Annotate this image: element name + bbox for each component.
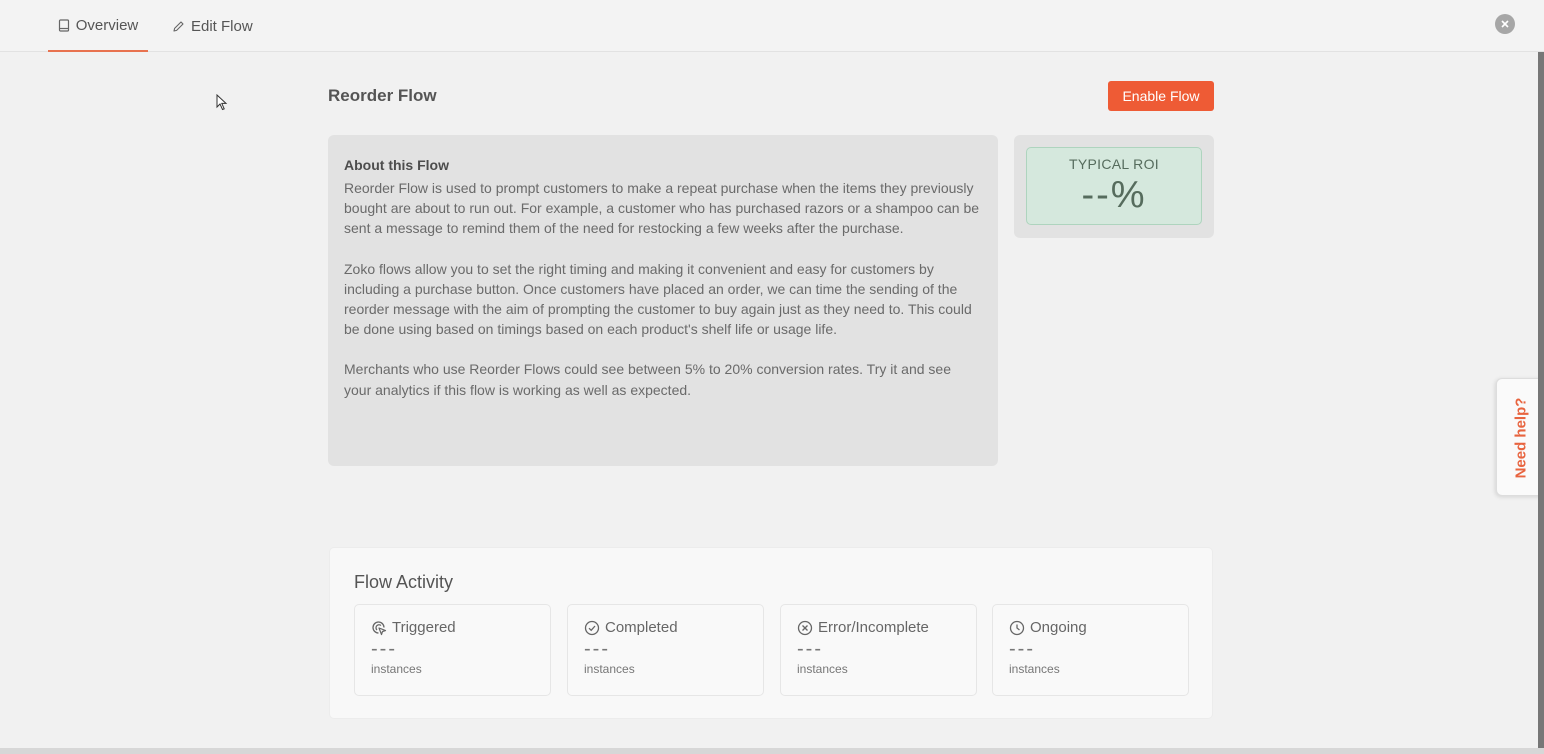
tab-edit-flow[interactable]: Edit Flow [172, 0, 253, 52]
stat-card-completed: Completed --- instances [567, 604, 764, 696]
close-button[interactable] [1495, 14, 1515, 34]
tab-overview-label: Overview [75, 16, 139, 34]
x-circle-icon [797, 620, 813, 635]
tab-overview[interactable]: Overview [48, 0, 148, 52]
stat-value: --- [1009, 638, 1035, 660]
scrollbar[interactable] [1538, 52, 1544, 748]
mouse-cursor-icon [216, 94, 228, 111]
stat-card-error: Error/Incomplete --- instances [780, 604, 977, 696]
stat-card-triggered: Triggered --- instances [354, 604, 551, 696]
stat-label: Triggered [392, 619, 456, 636]
clock-icon [1009, 620, 1025, 635]
stat-value: --- [371, 638, 397, 660]
page-title: Reorder Flow [328, 86, 437, 105]
stat-unit: instances [584, 662, 635, 676]
stat-unit: instances [371, 662, 422, 676]
about-paragraph: Merchants who use Reorder Flows could se… [344, 361, 951, 398]
enable-flow-button[interactable]: Enable Flow [1108, 81, 1214, 111]
tab-bar: Overview Edit Flow [0, 0, 1544, 52]
roi-box: TYPICAL ROI --% [1026, 147, 1202, 225]
about-heading: About this Flow [344, 157, 449, 173]
check-circle-icon [584, 620, 600, 635]
roi-panel: TYPICAL ROI --% [1014, 135, 1214, 238]
stat-label: Completed [605, 619, 678, 636]
stat-label: Ongoing [1030, 619, 1087, 636]
stat-value: --- [797, 638, 823, 660]
book-icon [58, 18, 69, 32]
stat-unit: instances [1009, 662, 1060, 676]
close-icon [1501, 20, 1509, 28]
stat-card-ongoing: Ongoing --- instances [992, 604, 1189, 696]
roi-label: TYPICAL ROI [1069, 156, 1159, 172]
about-paragraph: Reorder Flow is used to prompt customers… [344, 180, 980, 237]
flow-activity-panel: Flow Activity Triggered --- instances Co… [329, 547, 1213, 719]
tab-edit-flow-label: Edit Flow [191, 17, 253, 35]
cursor-click-icon [372, 620, 387, 635]
need-help-label: Need help? [1512, 397, 1530, 479]
about-paragraph: Zoko flows allow you to set the right ti… [344, 260, 972, 338]
need-help-button[interactable]: Need help? [1496, 378, 1544, 496]
flow-activity-title: Flow Activity [354, 572, 454, 592]
roi-value: --% [1081, 174, 1147, 216]
pencil-icon [173, 20, 184, 32]
about-flow-panel: About this Flow Reorder Flow is used to … [328, 135, 998, 466]
stat-unit: instances [797, 662, 848, 676]
stat-label: Error/Incomplete [818, 619, 929, 636]
bottom-divider [0, 748, 1544, 754]
stat-value: --- [584, 638, 610, 660]
